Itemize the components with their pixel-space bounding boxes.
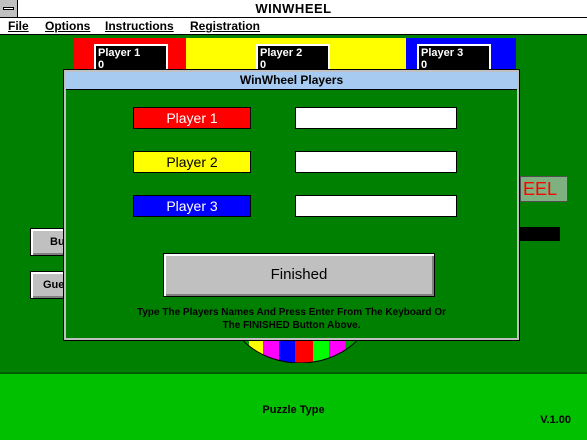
menu-registration[interactable]: Registration — [190, 19, 260, 33]
puzzle-type-label: Puzzle Type — [262, 404, 325, 416]
player-1-name-input[interactable] — [295, 107, 457, 129]
player-3-name: Player 3 — [421, 47, 464, 59]
menu-bar: File Options Instructions Registration — [0, 18, 587, 35]
finished-button[interactable]: Finished — [163, 253, 435, 297]
player-2-label: Player 2 — [133, 151, 251, 173]
title-bar: WINWHEEL — [0, 0, 587, 18]
menu-instructions[interactable]: Instructions — [105, 19, 174, 33]
player-3-score-box: Player 3 0 — [417, 44, 491, 72]
instruction-line-2: The FINISHED Button Above. — [222, 320, 361, 331]
player-3-label: Player 3 — [133, 195, 251, 217]
puzzle-type-wrap: Puzzle Type — [0, 404, 587, 416]
logo-fragment: EEL — [520, 176, 568, 202]
menu-file[interactable]: File — [8, 19, 29, 33]
instruction-text: Type The Players Names And Press Enter F… — [66, 306, 517, 332]
status-bar — [520, 227, 560, 241]
wheel-graphic — [225, 339, 375, 363]
player-1-score-box: Player 1 0 — [94, 44, 168, 72]
wheel-bottom — [225, 339, 375, 363]
player-1-label: Player 1 — [133, 107, 251, 129]
player-2-name-input[interactable] — [295, 151, 457, 173]
menu-options[interactable]: Options — [45, 19, 90, 33]
version-label: V.1.00 — [540, 414, 571, 426]
instruction-line-1: Type The Players Names And Press Enter F… — [137, 307, 446, 318]
player-2-name: Player 2 — [260, 47, 303, 59]
wheel-top: Player 1 0 Player 2 0 Player 3 0 — [74, 38, 516, 72]
player-2-score-box: Player 2 0 — [256, 44, 330, 72]
bottom-panel: Puzzle Type V.1.00 — [0, 372, 587, 440]
player-1-name: Player 1 — [98, 47, 141, 59]
window-title: WINWHEEL — [255, 1, 332, 16]
player-3-name-input[interactable] — [295, 195, 457, 217]
players-dialog: WinWheel Players Player 1 Player 2 Playe… — [63, 69, 520, 341]
dialog-title: WinWheel Players — [66, 72, 517, 90]
